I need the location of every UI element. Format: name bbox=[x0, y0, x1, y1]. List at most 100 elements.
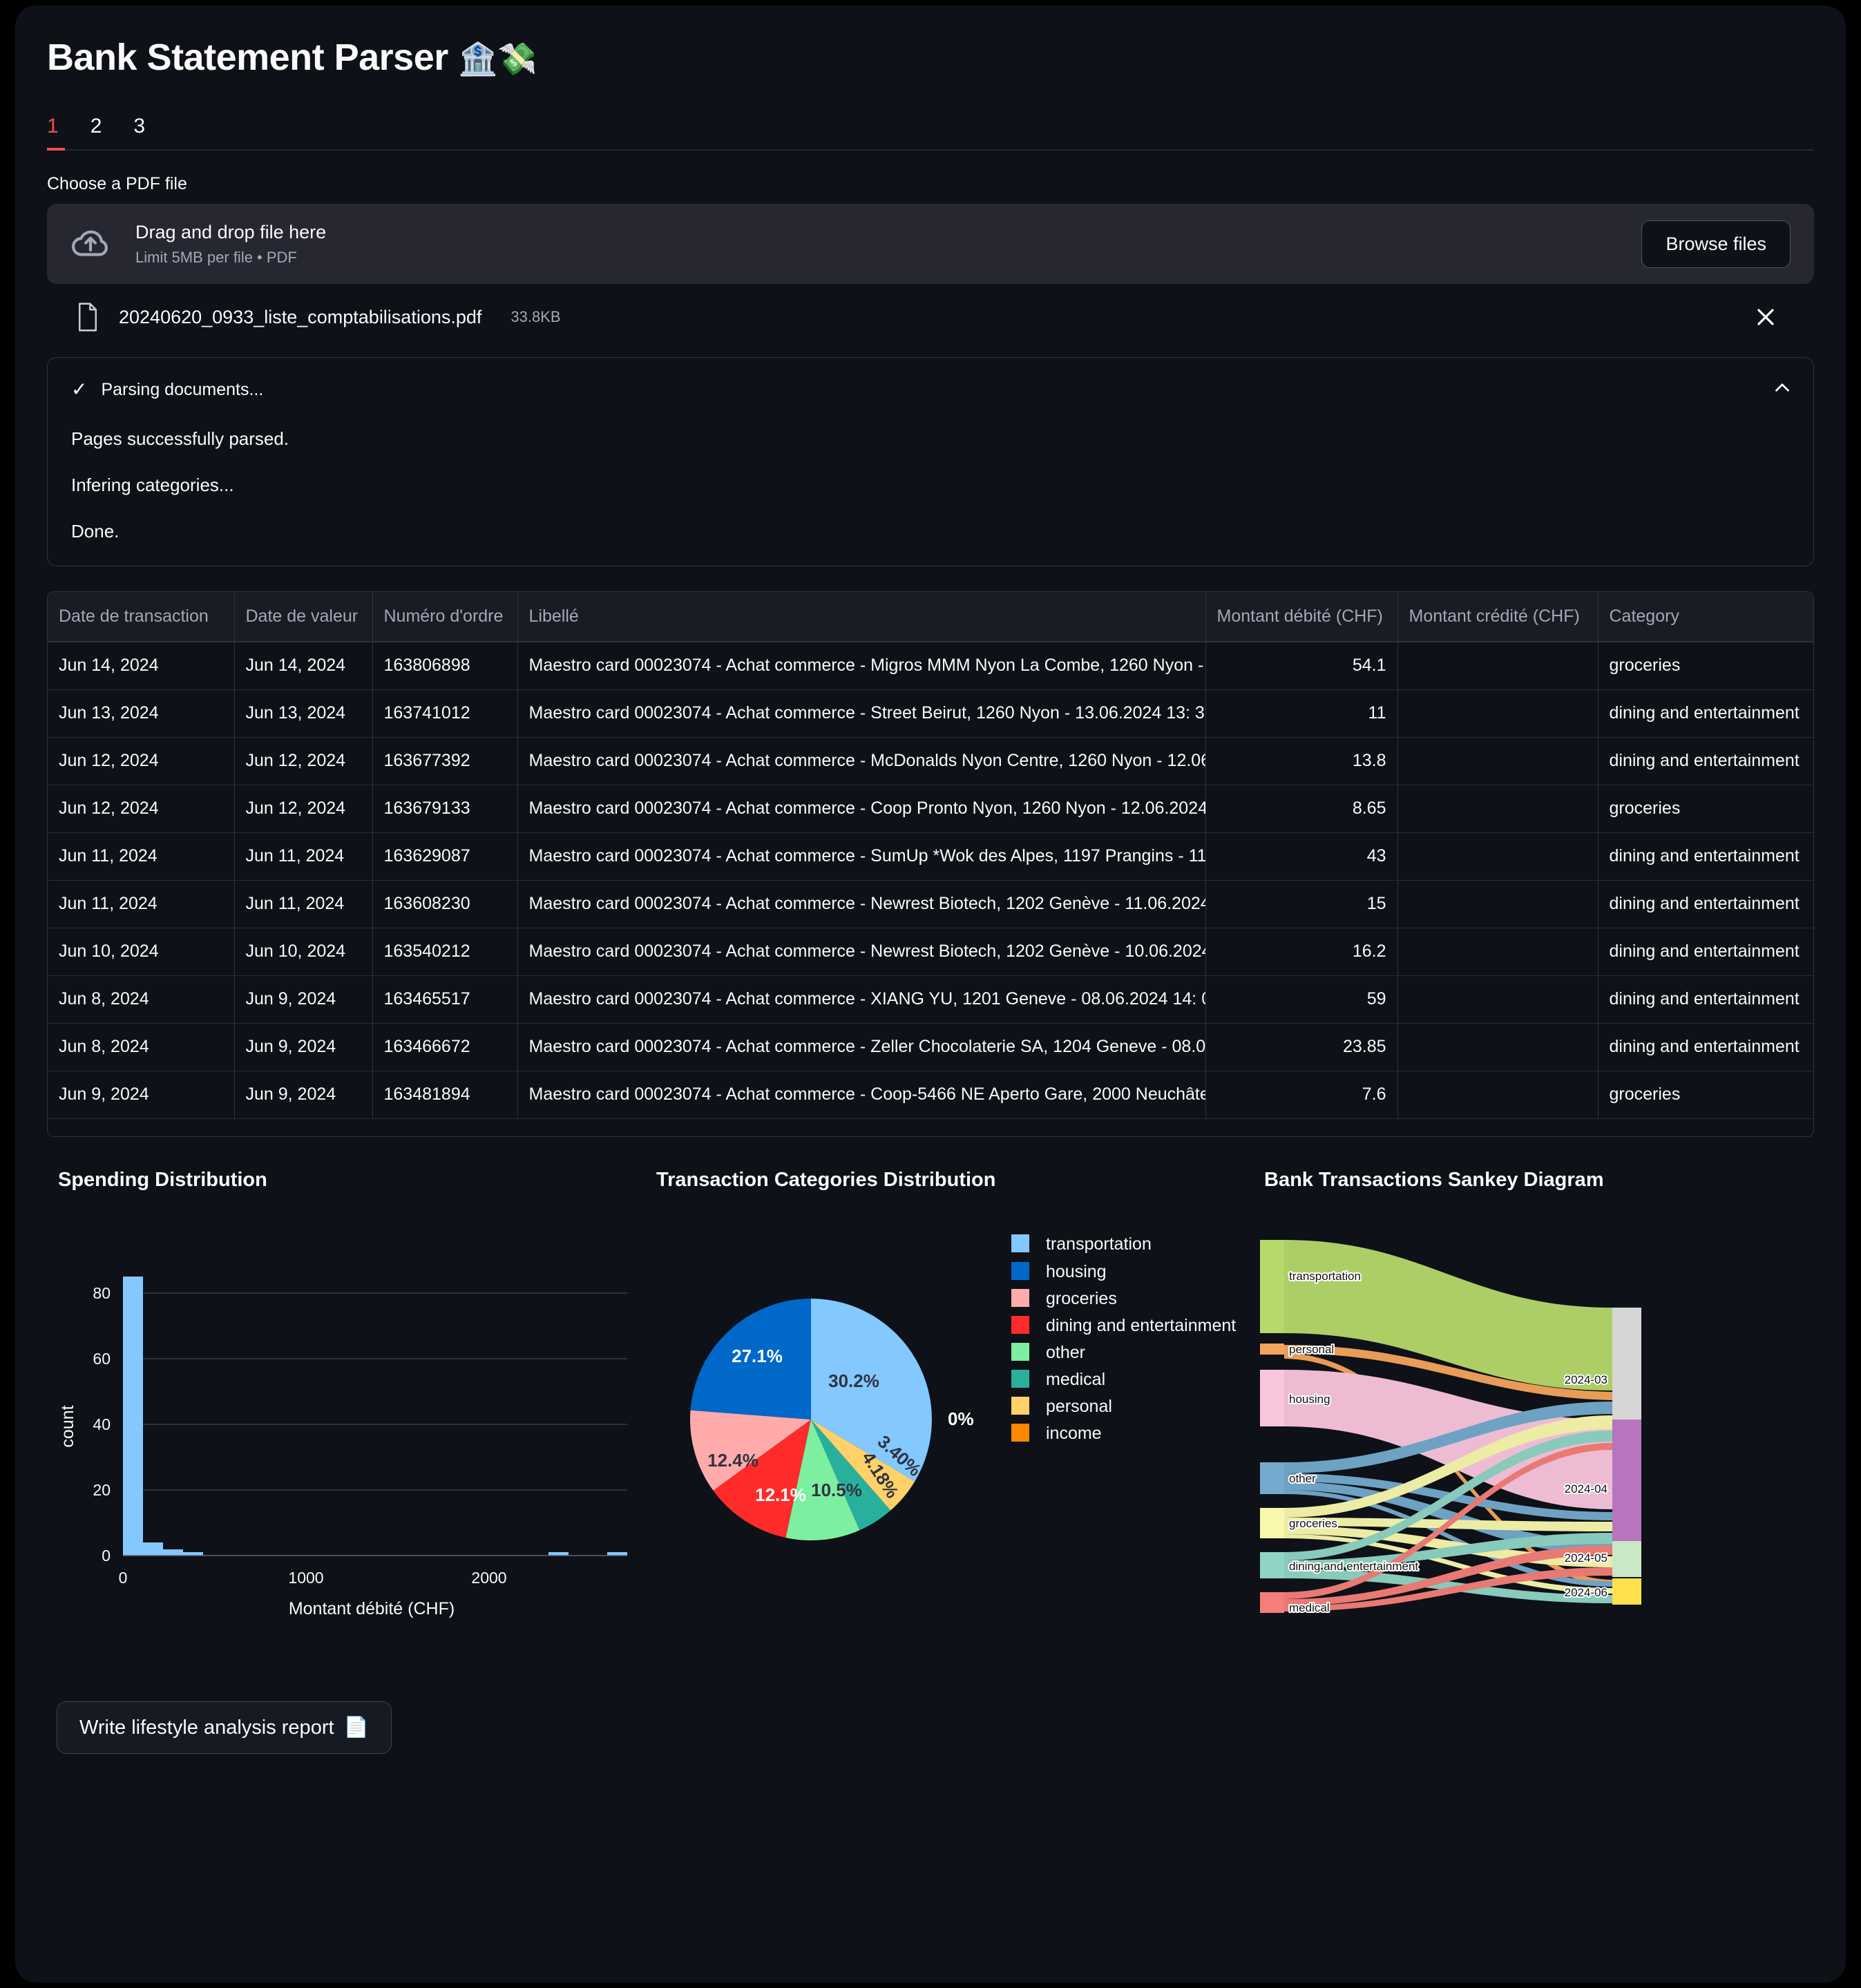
svg-text:housing: housing bbox=[1289, 1393, 1330, 1406]
svg-text:0: 0 bbox=[119, 1569, 128, 1587]
write-lifestyle-analysis-report-button[interactable]: Write lifestyle analysis report 📄 bbox=[57, 1701, 392, 1754]
tx-libelle: Maestro card 00023074 - Achat commerce -… bbox=[517, 928, 1206, 976]
svg-text:personal: personal bbox=[1289, 1343, 1334, 1356]
tx-date-valeur: Jun 14, 2024 bbox=[234, 642, 373, 690]
parsing-status-header[interactable]: ✓ Parsing documents... bbox=[71, 376, 1790, 403]
col-montant-credite: Montant crédité (CHF) bbox=[1397, 592, 1598, 642]
tx-date-transaction: Jun 9, 2024 bbox=[48, 1071, 235, 1119]
cloud-upload-icon bbox=[69, 222, 112, 265]
status-line-0: Pages successfully parsed. bbox=[71, 428, 289, 449]
tx-montant-credite bbox=[1397, 928, 1598, 976]
tx-category: dining and entertainment bbox=[1598, 832, 1813, 881]
tx-category: dining and entertainment bbox=[1598, 737, 1813, 785]
tx-numero-ordre: 163741012 bbox=[372, 689, 518, 738]
tx-date-valeur: Jun 9, 2024 bbox=[234, 1071, 373, 1119]
tx-date-valeur: Jun 11, 2024 bbox=[234, 880, 373, 928]
tx-montant-credite bbox=[1397, 737, 1598, 785]
dropzone-primary-text: Drag and drop file here bbox=[135, 221, 327, 242]
tx-date-valeur: Jun 13, 2024 bbox=[234, 689, 373, 738]
svg-text:dining and entertainment: dining and entertainment bbox=[1046, 1316, 1236, 1335]
tx-date-valeur: Jun 11, 2024 bbox=[234, 832, 373, 881]
svg-text:groceries: groceries bbox=[1289, 1517, 1337, 1530]
svg-text:medical: medical bbox=[1289, 1601, 1330, 1614]
check-icon: ✓ bbox=[71, 379, 88, 400]
tx-date-valeur: Jun 9, 2024 bbox=[234, 1023, 373, 1071]
histogram-svg[interactable]: 0 20 40 60 80 0 1000 2000 Montant débité… bbox=[47, 1219, 645, 1620]
tx-montant-debite: 43 bbox=[1205, 832, 1398, 881]
tx-libelle: Maestro card 00023074 - Achat commerce -… bbox=[517, 832, 1206, 881]
tx-montant-credite bbox=[1397, 975, 1598, 1024]
svg-text:12.4%: 12.4% bbox=[707, 1450, 758, 1471]
svg-text:80: 80 bbox=[93, 1284, 111, 1302]
table-row: Jun 11, 2024 Jun 11, 2024 163629087 Maestro… bbox=[48, 832, 1813, 881]
tx-numero-ordre: 163679133 bbox=[372, 785, 518, 833]
svg-text:0%: 0% bbox=[948, 1408, 974, 1429]
col-date-transaction: Date de transaction bbox=[48, 592, 235, 642]
close-icon[interactable] bbox=[1752, 303, 1779, 331]
tx-libelle: Maestro card 00023074 - Achat commerce -… bbox=[517, 642, 1206, 690]
pie-svg[interactable]: 30.2% 27.1% 12.4% 12.1% 10.5% 4.18% 3.40… bbox=[645, 1219, 1253, 1620]
tx-numero-ordre: 163465517 bbox=[372, 975, 518, 1024]
svg-text:0: 0 bbox=[102, 1547, 111, 1565]
transactions-table[interactable]: Date de transaction Date de valeur Numér… bbox=[47, 591, 1814, 1137]
table-row: Jun 8, 2024 Jun 9, 2024 163465517 Maestro c… bbox=[48, 975, 1813, 1024]
browse-files-button[interactable]: Browse files bbox=[1641, 220, 1791, 268]
tx-category: dining and entertainment bbox=[1598, 975, 1813, 1024]
tx-date-transaction: Jun 12, 2024 bbox=[48, 785, 235, 833]
svg-text:2024-03: 2024-03 bbox=[1565, 1373, 1607, 1386]
report-button-label: Write lifestyle analysis report bbox=[79, 1716, 334, 1739]
tx-libelle: Maestro card 00023074 - Achat commerce -… bbox=[517, 1023, 1206, 1071]
svg-text:transportation: transportation bbox=[1046, 1234, 1152, 1254]
parsing-status-header-text: Parsing documents... bbox=[101, 379, 264, 399]
table-row: Jun 10, 2024 Jun 10, 2024 163540212 Maestro… bbox=[48, 928, 1813, 976]
svg-text:12.1%: 12.1% bbox=[755, 1484, 806, 1505]
tx-montant-debite: 16.2 bbox=[1205, 928, 1398, 976]
sankey-svg[interactable]: .lbl { font-family: "Liberation Sans", s… bbox=[1253, 1219, 1846, 1620]
table-row: Jun 8, 2024 Jun 9, 2024 163466672 Maestro c… bbox=[48, 1023, 1813, 1071]
page-title: Bank Statement Parser 🏦💸 bbox=[47, 36, 1814, 79]
tx-libelle: Maestro card 00023074 - Achat commerce -… bbox=[517, 975, 1206, 1024]
svg-text:medical: medical bbox=[1046, 1370, 1105, 1389]
dropzone-limit-text: Limit 5MB per file • PDF bbox=[135, 248, 297, 266]
file-dropzone[interactable]: Drag and drop file here Limit 5MB per fi… bbox=[47, 204, 1814, 284]
tx-category: dining and entertainment bbox=[1598, 689, 1813, 738]
tx-date-valeur: Jun 9, 2024 bbox=[234, 975, 373, 1024]
pager-item-3[interactable]: 3 bbox=[133, 116, 153, 149]
uploaded-file-size: 33.8KB bbox=[510, 308, 561, 325]
pager-item-1[interactable]: 1 bbox=[47, 116, 67, 149]
tx-montant-credite bbox=[1397, 1023, 1598, 1071]
uploaded-file-name: 20240620_0933_liste_comptabilisations.pd… bbox=[119, 306, 482, 327]
report-button-container: Write lifestyle analysis report 📄 bbox=[47, 1701, 1814, 1754]
table-row: Jun 12, 2024 Jun 12, 2024 163679133 Maestro… bbox=[48, 785, 1813, 833]
tx-montant-credite bbox=[1397, 642, 1598, 690]
svg-text:2024-06: 2024-06 bbox=[1565, 1586, 1607, 1599]
table-row: Jun 12, 2024 Jun 12, 2024 163677392 Maestro… bbox=[48, 737, 1813, 785]
table-row: Jun 14, 2024 Jun 14, 2024 163806898 Maestro… bbox=[48, 642, 1813, 690]
svg-text:dining and entertainment: dining and entertainment bbox=[1289, 1560, 1418, 1573]
tx-montant-debite: 7.6 bbox=[1205, 1071, 1398, 1119]
tx-numero-ordre: 163677392 bbox=[372, 737, 518, 785]
status-line-1: Infering categories... bbox=[71, 475, 234, 495]
col-libelle: Libellé bbox=[517, 592, 1206, 642]
tx-date-valeur: Jun 10, 2024 bbox=[234, 928, 373, 976]
pager-item-2[interactable]: 2 bbox=[90, 116, 111, 149]
tx-montant-credite bbox=[1397, 832, 1598, 881]
col-date-valeur: Date de valeur bbox=[234, 592, 373, 642]
svg-text:2024-05: 2024-05 bbox=[1565, 1551, 1607, 1565]
svg-text:personal: personal bbox=[1046, 1397, 1112, 1416]
tx-numero-ordre: 163608230 bbox=[372, 880, 518, 928]
app-window: Bank Statement Parser 🏦💸 1 2 3 Choose a … bbox=[15, 6, 1846, 1982]
status-line-2: Done. bbox=[71, 521, 120, 542]
page-title-text: Bank Statement Parser bbox=[47, 37, 448, 78]
svg-text:60: 60 bbox=[93, 1350, 111, 1368]
document-icon bbox=[76, 303, 99, 332]
parsing-status-panel: ✓ Parsing documents... Pages successfull… bbox=[47, 357, 1814, 566]
svg-text:Montant débité (CHF): Montant débité (CHF) bbox=[289, 1599, 455, 1618]
tx-libelle: Maestro card 00023074 - Achat commerce -… bbox=[517, 1071, 1206, 1119]
active-tab-indicator bbox=[47, 148, 65, 151]
svg-text:transportation: transportation bbox=[1289, 1270, 1361, 1283]
pagination-tabs: 1 2 3 bbox=[47, 109, 1814, 151]
charts-row: Spending Distribution 0 20 40 60 80 0 10… bbox=[47, 1169, 1814, 1620]
chevron-up-icon[interactable] bbox=[1771, 376, 1794, 399]
tx-montant-debite: 59 bbox=[1205, 975, 1398, 1024]
